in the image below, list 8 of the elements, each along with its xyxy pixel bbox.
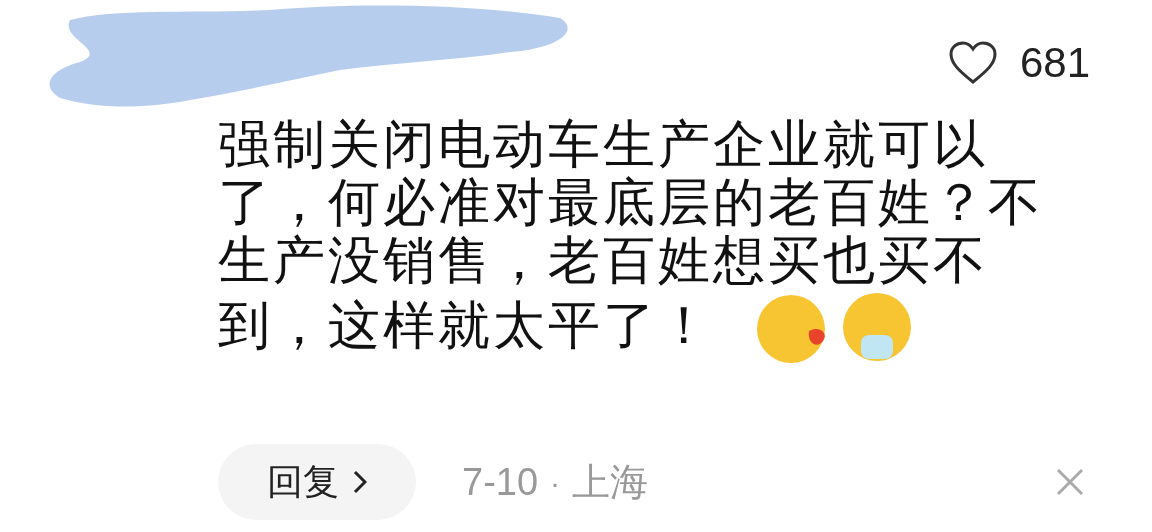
reply-button[interactable]: 回复: [218, 444, 416, 520]
heart-icon[interactable]: [947, 41, 998, 85]
comment-date: 7-10: [462, 459, 539, 505]
like-count: 681: [1019, 42, 1090, 84]
comment-text: 强制关闭电动车生产企业就可以 了，何必准对最底层的老百姓？不 生产没销售，老百姓想买也买不 到，这样就太平了！: [218, 115, 1152, 369]
separator-dot: ·: [550, 464, 561, 501]
chevron-right-icon: [353, 470, 367, 494]
comment-location: 上海: [572, 459, 649, 505]
